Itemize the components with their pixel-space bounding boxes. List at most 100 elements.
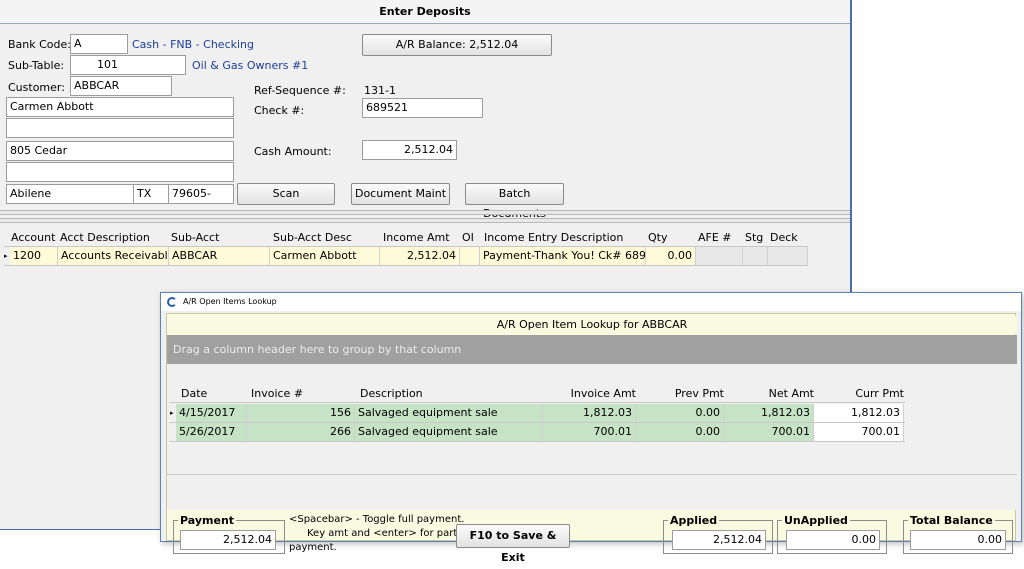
- sub-table-name: Oil & Gas Owners #1: [192, 59, 309, 72]
- col-acct-description[interactable]: Acct Description: [57, 229, 150, 247]
- col-afe[interactable]: AFE #: [695, 229, 732, 247]
- col-description[interactable]: Description: [357, 385, 423, 403]
- document-maint-button[interactable]: Document Maint: [351, 183, 450, 205]
- lookup-heading: A/R Open Item Lookup for ABBCAR: [167, 316, 1017, 334]
- address-line4-field[interactable]: [6, 162, 234, 182]
- cell-oi[interactable]: [460, 247, 480, 265]
- app-icon: [167, 297, 177, 307]
- col-stg[interactable]: Stg: [742, 229, 763, 247]
- ar-open-items-lookup-window: A/R Open Items Lookup A/R Open Item Look…: [160, 292, 1022, 564]
- ref-sequence-label: Ref-Sequence #:: [254, 84, 346, 97]
- address-line2-field[interactable]: [6, 118, 234, 138]
- cell-curr-pmt[interactable]: 1,812.03: [814, 404, 904, 422]
- cell-date[interactable]: 4/15/2017: [176, 404, 247, 422]
- col-sub-acct[interactable]: Sub-Acct: [168, 229, 219, 247]
- unapplied-group: UnApplied 0.00: [777, 515, 887, 554]
- col-invoice-amt[interactable]: Invoice Amt: [546, 385, 636, 403]
- sub-table-input[interactable]: 101: [70, 55, 186, 75]
- cell-prev-pmt[interactable]: 0.00: [636, 404, 724, 422]
- total-balance-label: Total Balance: [908, 514, 995, 527]
- cell-net-amt[interactable]: 1,812.03: [724, 404, 814, 422]
- col-date[interactable]: Date: [178, 385, 207, 403]
- cell-invoice-amt[interactable]: 700.01: [543, 423, 636, 441]
- address-name-field[interactable]: Carmen Abbott: [6, 97, 234, 117]
- cell-net-amt[interactable]: 700.01: [724, 423, 814, 441]
- cell-income-amt[interactable]: 2,512.04: [380, 247, 460, 265]
- col-curr-pmt[interactable]: Curr Pmt: [818, 385, 904, 403]
- popup-titlebar: A/R Open Items Lookup: [161, 293, 1021, 311]
- bank-name: Cash - FNB - Checking: [132, 38, 254, 51]
- payment-input[interactable]: 2,512.04: [180, 530, 276, 550]
- window-title: Enter Deposits: [0, 0, 850, 24]
- sub-table-label: Sub-Table:: [8, 59, 65, 72]
- table-row[interactable]: 5/26/2017 266 Salvaged equipment sale 70…: [170, 423, 905, 442]
- applied-value: 2,512.04: [672, 530, 766, 550]
- state-field[interactable]: TX: [133, 184, 169, 204]
- cell-date[interactable]: 5/26/2017: [176, 423, 247, 441]
- cell-sub-acct-desc[interactable]: Carmen Abbott: [270, 247, 380, 265]
- col-qty[interactable]: Qty: [645, 229, 667, 247]
- bank-code-label: Bank Code:: [8, 38, 71, 51]
- address-street-field[interactable]: 805 Cedar: [6, 141, 234, 161]
- table-row[interactable]: ▸ 4/15/2017 156 Salvaged equipment sale …: [170, 404, 905, 423]
- city-field[interactable]: Abilene: [6, 184, 134, 204]
- col-oi[interactable]: OI: [459, 229, 474, 247]
- check-number-input[interactable]: 689521: [362, 98, 483, 118]
- total-balance-group: Total Balance 0.00: [903, 515, 1013, 554]
- col-sub-acct-desc[interactable]: Sub-Acct Desc: [270, 229, 352, 247]
- cell-curr-pmt[interactable]: 700.01: [814, 423, 904, 441]
- cell-afe[interactable]: [696, 247, 743, 265]
- cash-amount-label: Cash Amount:: [254, 145, 332, 158]
- table-row[interactable]: ▸ 1200 Accounts Receivable - ABBCAR Carm…: [4, 247, 808, 266]
- hint-line-2: Key amt and <enter> for partial: [307, 528, 470, 539]
- cell-invoice-number[interactable]: 266: [247, 423, 355, 441]
- col-deck[interactable]: Deck: [767, 229, 798, 247]
- cell-invoice-number[interactable]: 156: [247, 404, 355, 422]
- divider: [0, 218, 850, 223]
- payment-label: Payment: [178, 514, 237, 527]
- cell-acct-description[interactable]: Accounts Receivable -: [58, 247, 169, 265]
- cash-amount-input[interactable]: 2,512.04: [362, 140, 457, 160]
- col-account[interactable]: Account: [8, 229, 55, 247]
- hint-line-1: <Spacebar> - Toggle full payment.: [289, 514, 465, 525]
- bank-code-input[interactable]: A: [70, 34, 128, 54]
- col-invoice-number[interactable]: Invoice #: [248, 385, 303, 403]
- cell-invoice-amt[interactable]: 1,812.03: [543, 404, 636, 422]
- cell-prev-pmt[interactable]: 0.00: [636, 423, 724, 441]
- cell-deck[interactable]: [768, 247, 808, 265]
- customer-input[interactable]: ABBCAR: [70, 76, 172, 96]
- group-by-bar[interactable]: Drag a column header here to group by th…: [167, 335, 1017, 364]
- col-net-amt[interactable]: Net Amt: [726, 385, 814, 403]
- open-items-grid: Date Invoice # Description Invoice Amt P…: [167, 364, 1017, 476]
- payment-group: Payment 2,512.04: [173, 515, 285, 554]
- hint-line-3: payment.: [289, 542, 337, 553]
- col-prev-pmt[interactable]: Prev Pmt: [638, 385, 724, 403]
- customer-label: Customer:: [8, 81, 65, 94]
- ar-balance-button[interactable]: A/R Balance: 2,512.04: [362, 34, 552, 56]
- save-exit-button[interactable]: F10 to Save & Exit: [456, 524, 570, 564]
- unapplied-label: UnApplied: [782, 514, 850, 527]
- cell-account[interactable]: 1200: [10, 247, 58, 265]
- cell-stg[interactable]: [743, 247, 768, 265]
- grid-header: Account Acct Description Sub-Acct Sub-Ac…: [4, 229, 808, 247]
- cell-qty[interactable]: 0.00: [646, 247, 696, 265]
- col-income-entry-description[interactable]: Income Entry Description: [481, 229, 623, 247]
- zip-field[interactable]: 79605-: [168, 184, 234, 204]
- col-income-amt[interactable]: Income Amt: [380, 229, 450, 247]
- cell-sub-acct[interactable]: ABBCAR: [169, 247, 270, 265]
- total-balance-value: 0.00: [910, 530, 1006, 550]
- check-label: Check #:: [254, 104, 305, 117]
- cell-income-entry-description[interactable]: Payment-Thank You! Ck# 689521: [480, 247, 646, 265]
- batch-documents-button[interactable]: Batch Documents: [465, 183, 564, 220]
- divider: [0, 210, 850, 215]
- cell-description[interactable]: Salvaged equipment sale: [355, 404, 543, 422]
- ref-sequence-value: 131-1: [364, 84, 396, 97]
- applied-group: Applied 2,512.04: [663, 515, 773, 554]
- scan-button[interactable]: Scan: [237, 183, 335, 205]
- divider: [167, 474, 1017, 475]
- cell-description[interactable]: Salvaged equipment sale: [355, 423, 543, 441]
- applied-label: Applied: [668, 514, 720, 527]
- popup-window-title: A/R Open Items Lookup: [183, 297, 277, 306]
- lookup-panel: A/R Open Item Lookup for ABBCAR Drag a c…: [166, 313, 1017, 564]
- grid-header: Date Invoice # Description Invoice Amt P…: [170, 385, 905, 403]
